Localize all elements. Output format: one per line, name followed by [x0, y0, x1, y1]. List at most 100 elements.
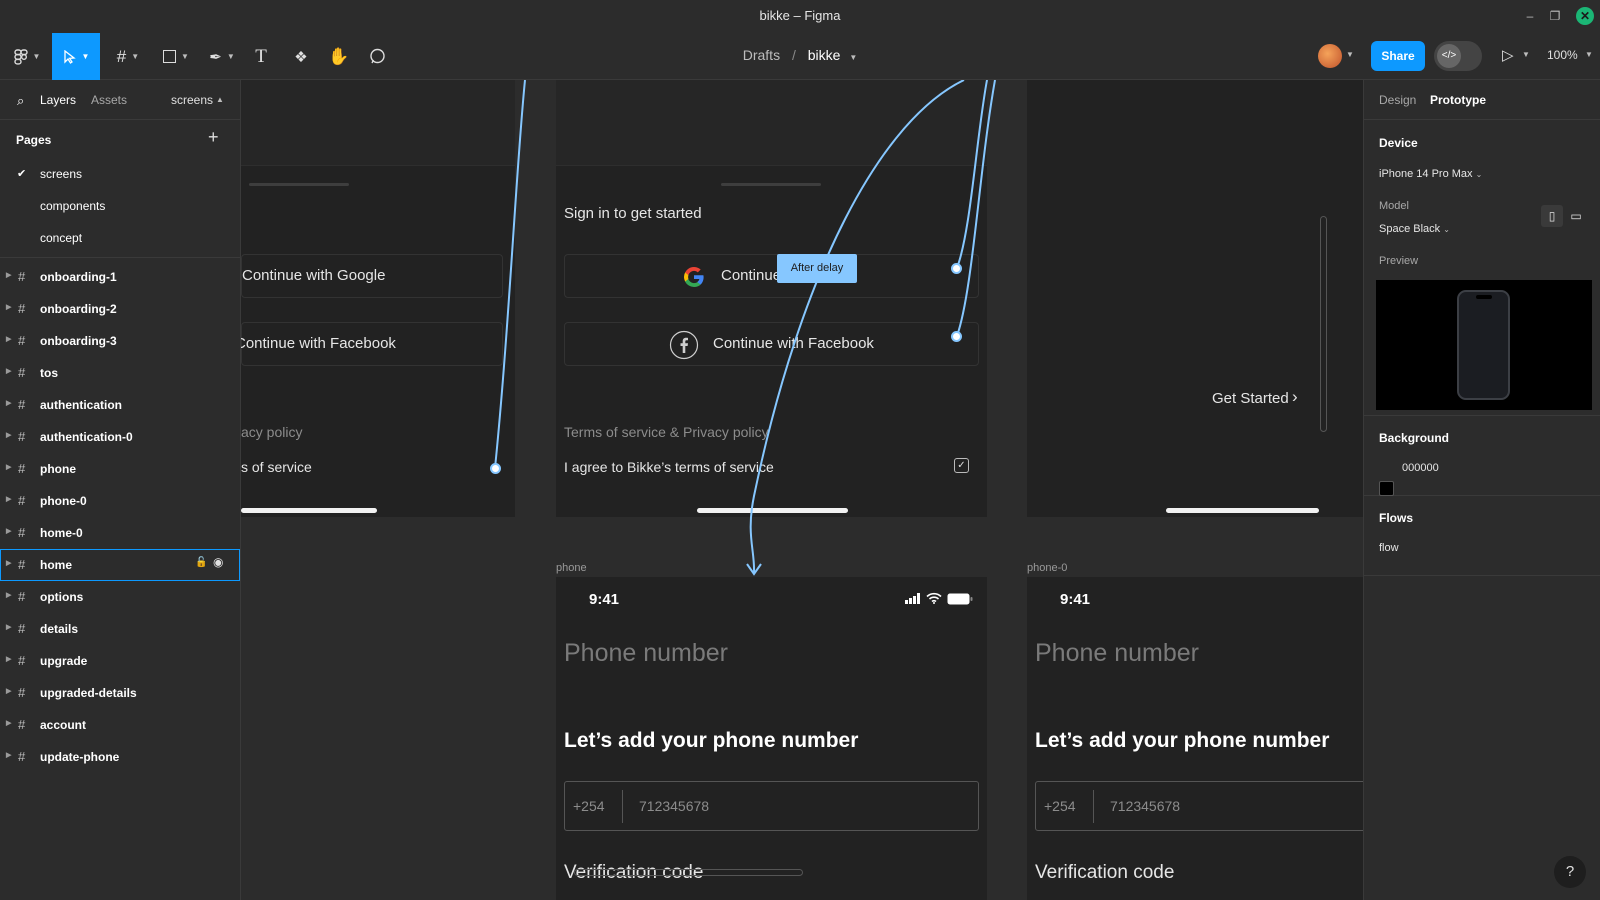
layer-upgraded-details[interactable]: ▶ # upgraded-details [0, 677, 240, 709]
expand-arrow-icon[interactable]: ▶ [6, 431, 11, 439]
model-select[interactable]: Space Black ⌄ [1379, 223, 1450, 235]
background-header: Background [1379, 431, 1450, 445]
layer-label: home-0 [40, 526, 83, 540]
page-item-screens[interactable]: ✔ screens [0, 158, 240, 190]
expand-arrow-icon[interactable]: ▶ [6, 495, 11, 503]
device-header: Device [1379, 136, 1418, 150]
layer-authentication-0[interactable]: ▶ # authentication-0 [0, 421, 240, 453]
layer-options[interactable]: ▶ # options [0, 581, 240, 613]
code-icon: </> [1437, 44, 1461, 68]
interaction-trigger-tag[interactable]: After delay [777, 254, 857, 283]
flow-item[interactable]: flow [1379, 542, 1399, 554]
tab-design[interactable]: Design [1379, 93, 1416, 107]
tab-assets[interactable]: Assets [91, 93, 127, 107]
horizontal-scrollbar[interactable] [574, 869, 803, 876]
expand-arrow-icon[interactable]: ▶ [6, 559, 11, 567]
tab-layers[interactable]: Layers [40, 93, 76, 107]
expand-arrow-icon[interactable]: ▶ [6, 463, 11, 471]
layer-account[interactable]: ▶ # account [0, 709, 240, 741]
dev-mode-toggle[interactable]: </> [1434, 41, 1482, 71]
present-play-icon[interactable]: ▷ [1502, 46, 1514, 64]
vertical-scrollbar[interactable] [1320, 216, 1327, 432]
layer-label: upgraded-details [40, 686, 137, 700]
chevron-down-icon[interactable]: ▼ [1522, 50, 1530, 59]
chevron-down-icon[interactable]: ▼ [1585, 50, 1593, 59]
frame-icon: # [18, 525, 26, 540]
breadcrumb: Drafts / bikke ▼ [742, 47, 858, 63]
frame-icon: # [18, 717, 26, 732]
layer-phone[interactable]: ▶ # phone [0, 453, 240, 485]
flows-header: Flows [1379, 511, 1414, 525]
breadcrumb-folder[interactable]: Drafts [743, 47, 780, 63]
connection-node[interactable] [951, 263, 962, 274]
layer-list: ▶ # onboarding-1 ▶ # onboarding-2 ▶ # onboardi… [0, 261, 240, 773]
check-icon: ✔ [17, 168, 27, 180]
close-icon[interactable]: ✕ [1576, 7, 1594, 25]
expand-arrow-icon[interactable]: ▶ [6, 527, 11, 535]
layer-onboarding-3[interactable]: ▶ # onboarding-3 [0, 325, 240, 357]
page-item-concept[interactable]: concept [0, 222, 240, 254]
expand-arrow-icon[interactable]: ▶ [6, 303, 11, 311]
add-page-icon[interactable]: + [208, 127, 219, 148]
chevron-up-icon[interactable]: ▲ [216, 95, 224, 104]
page-item-components[interactable]: components [0, 190, 240, 222]
toolbar: ▼ ▼ # ▼ ▼ ✒ ▼ T ❖ ✋ Drafts / bikke ▼ [0, 33, 1600, 80]
expand-arrow-icon[interactable]: ▶ [6, 687, 11, 695]
minimize-icon[interactable]: – [1520, 7, 1540, 25]
expand-arrow-icon[interactable]: ▶ [6, 751, 11, 759]
chevron-down-icon[interactable]: ▼ [849, 53, 857, 62]
frame-icon: # [18, 621, 26, 636]
expand-arrow-icon[interactable]: ▶ [6, 655, 11, 663]
chevron-down-icon: ⌄ [1475, 170, 1483, 179]
search-icon[interactable]: ⌕ [17, 93, 24, 109]
flows-section: Flows flow [1364, 496, 1600, 576]
layer-onboarding-2[interactable]: ▶ # onboarding-2 [0, 293, 240, 325]
layer-home-0[interactable]: ▶ # home-0 [0, 517, 240, 549]
layer-upgrade[interactable]: ▶ # upgrade [0, 645, 240, 677]
tab-prototype[interactable]: Prototype [1430, 93, 1486, 107]
frame-icon: # [18, 333, 26, 348]
share-button[interactable]: Share [1371, 41, 1425, 71]
expand-arrow-icon[interactable]: ▶ [6, 719, 11, 727]
device-select[interactable]: iPhone 14 Pro Max ⌄ [1379, 168, 1482, 180]
layer-label: onboarding-3 [40, 334, 117, 348]
frame-icon: # [18, 653, 26, 668]
frame-icon: # [18, 685, 26, 700]
page-dropdown[interactable]: screens [171, 93, 213, 107]
frame-icon: # [18, 557, 26, 572]
portrait-orientation-icon[interactable]: ▯ [1541, 205, 1563, 227]
background-color-swatch[interactable] [1379, 481, 1394, 496]
connection-node[interactable] [951, 331, 962, 342]
expand-arrow-icon[interactable]: ▶ [6, 367, 11, 375]
expand-arrow-icon[interactable]: ▶ [6, 399, 11, 407]
expand-arrow-icon[interactable]: ▶ [6, 591, 11, 599]
properties-panel: Design Prototype Device iPhone 14 Pro Ma… [1363, 80, 1600, 900]
layer-phone-0[interactable]: ▶ # phone-0 [0, 485, 240, 517]
layer-tos[interactable]: ▶ # tos [0, 357, 240, 389]
window-title: bikke – Figma [759, 8, 841, 23]
layer-details[interactable]: ▶ # details [0, 613, 240, 645]
chevron-down-icon: ⌄ [1443, 225, 1450, 234]
device-preview [1376, 280, 1592, 410]
eye-icon[interactable]: ◉ [213, 555, 223, 569]
landscape-orientation-icon[interactable]: ▭ [1565, 205, 1587, 227]
layer-onboarding-1[interactable]: ▶ # onboarding-1 [0, 261, 240, 293]
breadcrumb-file[interactable]: bikke [808, 47, 841, 63]
chevron-down-icon[interactable]: ▼ [1346, 50, 1354, 59]
help-button[interactable]: ? [1554, 856, 1586, 888]
layer-authentication[interactable]: ▶ # authentication [0, 389, 240, 421]
right-panel-tabs: Design Prototype [1364, 80, 1600, 120]
connection-node[interactable] [490, 463, 501, 474]
background-color-value[interactable]: 000000 [1402, 462, 1439, 474]
layer-label: account [40, 718, 87, 732]
expand-arrow-icon[interactable]: ▶ [6, 335, 11, 343]
zoom-level[interactable]: 100% [1547, 48, 1578, 62]
canvas[interactable]: Continue with Google Continue with Faceb… [241, 80, 1363, 900]
avatar[interactable] [1318, 44, 1342, 68]
expand-arrow-icon[interactable]: ▶ [6, 623, 11, 631]
unlock-icon[interactable]: 🔓 [195, 557, 207, 568]
layer-home[interactable]: ▶ # home 🔓 ◉ [0, 549, 240, 581]
layer-update-phone[interactable]: ▶ # update-phone [0, 741, 240, 773]
expand-arrow-icon[interactable]: ▶ [6, 271, 11, 279]
maximize-icon[interactable]: ❐ [1545, 7, 1565, 25]
